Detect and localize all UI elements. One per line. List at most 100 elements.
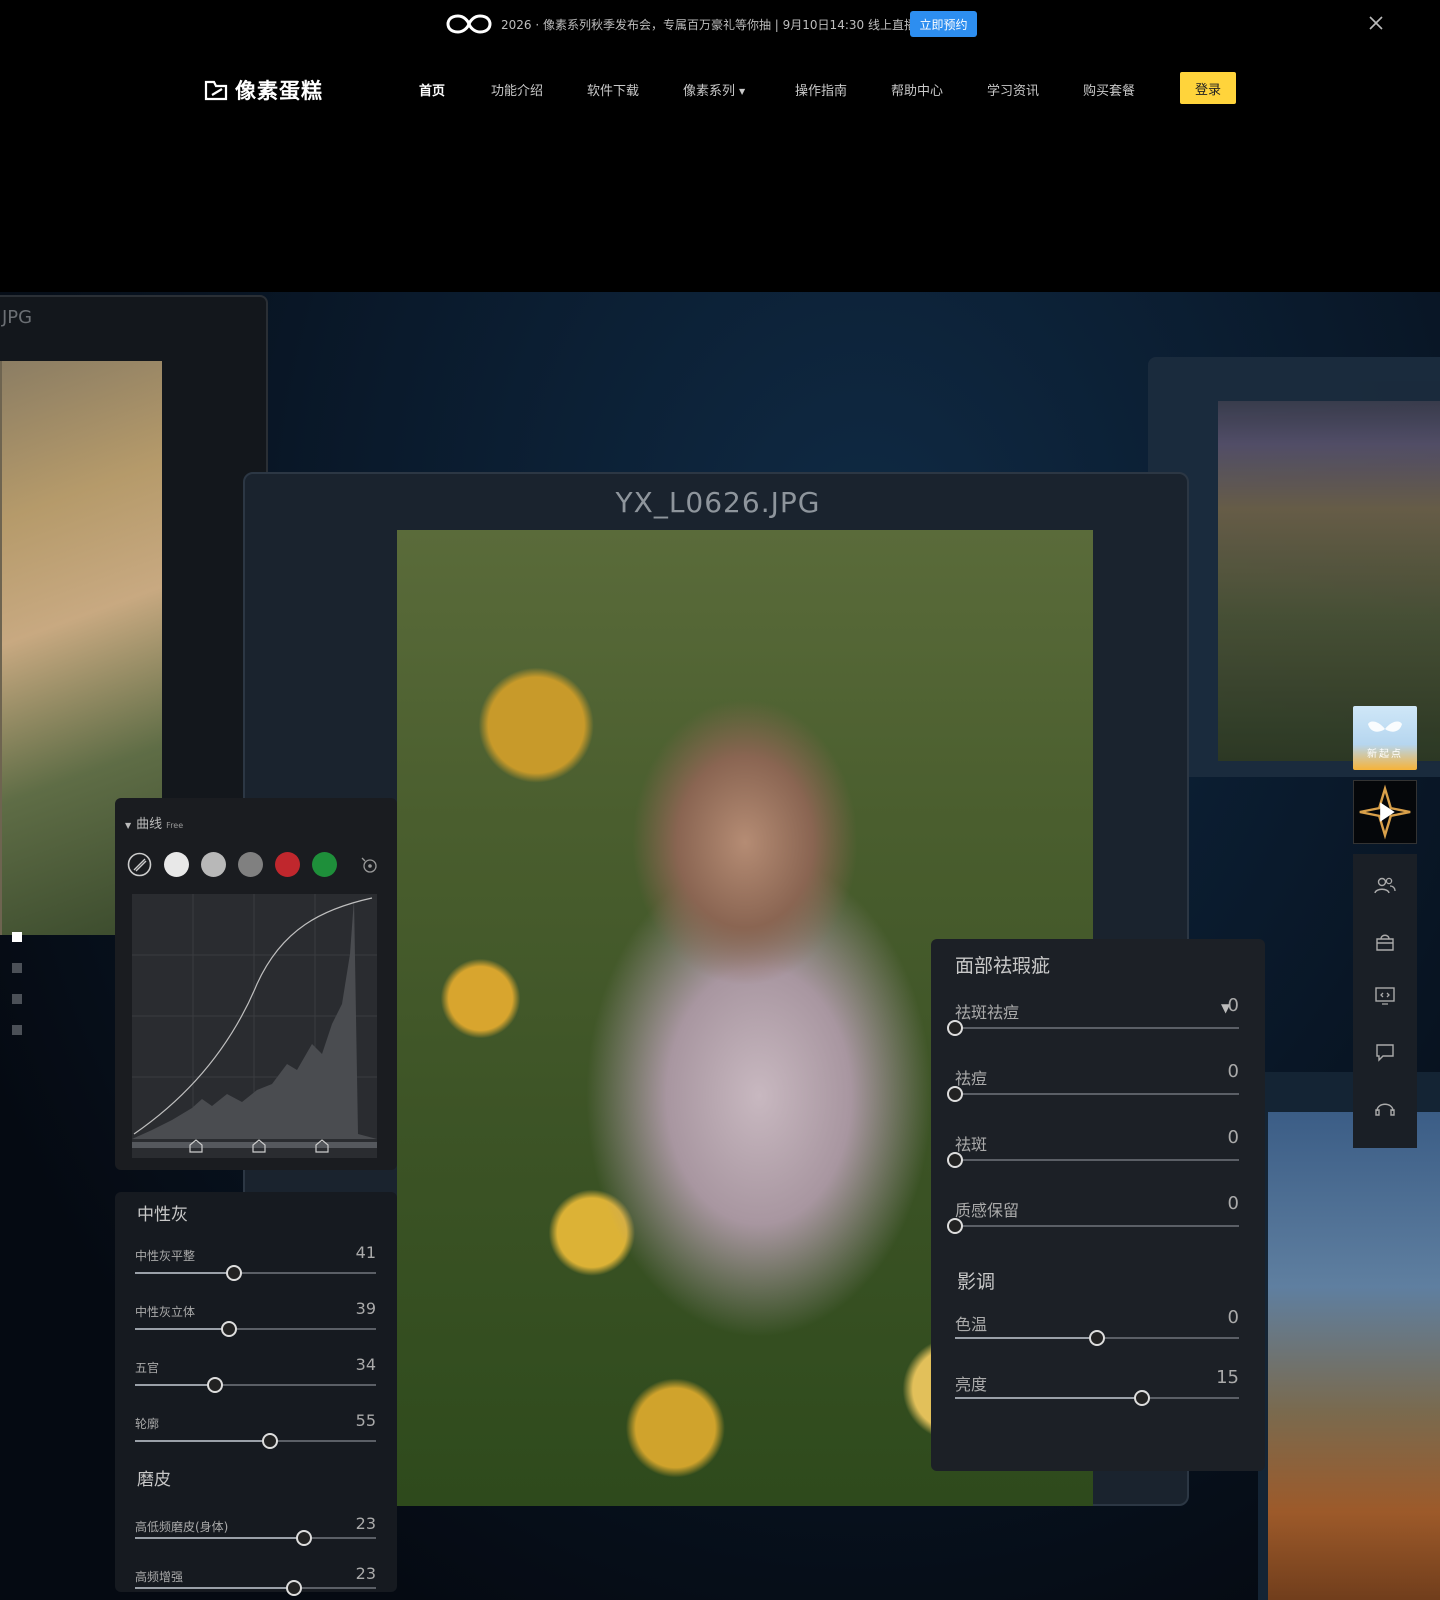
close-icon[interactable] [1366, 13, 1386, 33]
slider-track[interactable] [955, 1093, 1239, 1095]
nav-help[interactable]: 帮助中心 [891, 80, 943, 99]
slider-track[interactable] [955, 1027, 1239, 1029]
channel-gray-swatch[interactable] [201, 852, 226, 877]
feedback-icon[interactable] [1373, 1040, 1397, 1064]
slider-value: 41 [355, 1243, 376, 1262]
slider-track[interactable] [135, 1587, 376, 1589]
photo-preview [1268, 1112, 1440, 1600]
slider-track[interactable] [955, 1225, 1239, 1227]
slider-fill [135, 1328, 229, 1330]
slider-knob[interactable] [220, 1321, 237, 1337]
video-play-button[interactable] [1353, 780, 1417, 844]
announcement-text: 2026 · 像素系列秋季发布会，专属百万豪礼等你抽 | 9月10日14:30 … [501, 18, 916, 32]
slider-fill [135, 1272, 234, 1274]
slider-knob[interactable] [261, 1433, 278, 1449]
slider-knob[interactable] [947, 1218, 963, 1234]
slider-track[interactable] [135, 1272, 376, 1274]
nav-download[interactable]: 软件下载 [587, 80, 639, 99]
carousel-dot[interactable] [12, 963, 22, 973]
site-header: 像素蛋糕 首页 功能介绍 软件下载 像素系列 ▼ 操作指南 帮助中心 学习资讯 购… [0, 60, 1440, 120]
background-window-right-lower [1258, 1072, 1440, 1600]
customer-service-icon[interactable] [1373, 1096, 1397, 1120]
brand-logo[interactable]: 像素蛋糕 [203, 74, 323, 106]
carousel-dot[interactable] [12, 1025, 22, 1035]
curve-edit-icon[interactable] [127, 852, 152, 877]
slider-fill [955, 1397, 1143, 1399]
slider-label: 中性灰立体 [135, 1305, 196, 1319]
slider-value: 0 [1227, 1127, 1239, 1148]
promo-card[interactable]: 新起点 [1353, 706, 1417, 770]
dropdown-caret-icon[interactable]: ▼ [1221, 1001, 1230, 1015]
slider-value: 15 [1216, 1367, 1239, 1388]
slider-value: 55 [355, 1411, 376, 1430]
panel-header[interactable]: ▼ 曲线 Free [125, 813, 183, 832]
slider-label: 中性灰平整 [135, 1249, 196, 1263]
reserve-button[interactable]: 立即预约 [910, 11, 977, 37]
slider-track[interactable] [135, 1537, 376, 1539]
slider-track[interactable] [955, 1159, 1239, 1161]
slider-track[interactable] [135, 1328, 376, 1330]
community-icon[interactable] [1373, 874, 1397, 898]
slider-knob[interactable] [947, 1086, 963, 1102]
slider-knob[interactable] [947, 1020, 963, 1036]
slider-knob[interactable] [1089, 1330, 1105, 1346]
channel-red-swatch[interactable] [238, 852, 263, 877]
slider-value: 0 [1227, 1307, 1239, 1328]
nav-home[interactable]: 首页 [419, 80, 445, 99]
face-retouch-panel: 面部祛瑕疵 祛斑祛痘 0 祛痘 0 祛斑 0 质感保留 0 ▼ 影调 色温 0 亮度 15 [931, 939, 1265, 1471]
login-button[interactable]: 登录 [1180, 72, 1236, 104]
section-title: 中性灰 [137, 1205, 188, 1225]
slider-label: 亮度 [955, 1375, 988, 1394]
carousel-dot[interactable] [12, 994, 22, 1004]
wings-icon [1368, 721, 1402, 732]
slider-fill [135, 1440, 270, 1442]
brand-icon [204, 80, 228, 101]
slider-value: 0 [1227, 1061, 1239, 1082]
slider-fill [135, 1587, 295, 1589]
carousel-dot[interactable] [12, 932, 22, 942]
slider-knob[interactable] [947, 1152, 963, 1168]
slider-label: 高低频磨皮(身体) [135, 1520, 229, 1534]
section-title: 磨皮 [137, 1470, 171, 1490]
slider-label: 祛痘 [955, 1069, 988, 1088]
slider-fill [135, 1384, 215, 1386]
slider-label: 高频增强 [135, 1570, 184, 1584]
slider-track[interactable] [955, 1397, 1239, 1399]
hero-section: JPG YX_L0626.JPG ▼ 曲线 Free 中性灰 中性灰平整 41 … [0, 292, 1440, 1600]
slider-value: 23 [355, 1564, 376, 1583]
slider-value: 39 [355, 1299, 376, 1318]
carousel-indicator [12, 932, 22, 1056]
slider-knob[interactable] [206, 1377, 223, 1393]
nav-series[interactable]: 像素系列 ▼ [683, 80, 745, 99]
section-title: 影调 [957, 1271, 996, 1293]
slider-track[interactable] [135, 1440, 376, 1442]
slider-label: 色温 [955, 1315, 988, 1334]
video-tutorial-icon[interactable] [1373, 984, 1397, 1008]
channel-green-swatch[interactable] [275, 852, 300, 877]
nav-guide[interactable]: 操作指南 [795, 80, 847, 99]
nav-pricing[interactable]: 购买套餐 [1083, 80, 1135, 99]
nav-learning[interactable]: 学习资讯 [987, 80, 1039, 99]
slider-fill [955, 1337, 1097, 1339]
slider-label: 质感保留 [955, 1201, 1020, 1220]
nav-features[interactable]: 功能介绍 [491, 80, 543, 99]
window-title: YX_L0626.JPG [615, 486, 821, 519]
play-icon [1359, 784, 1411, 840]
slider-track[interactable] [135, 1384, 376, 1386]
slider-value: 34 [355, 1355, 376, 1374]
target-adjust-icon[interactable] [360, 856, 378, 874]
slider-knob[interactable] [1134, 1390, 1151, 1406]
slider-label: 祛斑 [955, 1135, 988, 1154]
slider-knob[interactable] [225, 1265, 242, 1281]
collapse-arrow-icon: ▼ [125, 821, 132, 830]
slider-knob[interactable] [295, 1530, 312, 1546]
curve-graph[interactable] [132, 894, 377, 1158]
curves-panel: ▼ 曲线 Free [115, 798, 397, 1170]
section-title: 面部祛瑕疵 [955, 955, 1051, 977]
channel-blue-swatch[interactable] [312, 852, 337, 877]
slider-knob[interactable] [286, 1580, 303, 1596]
shop-icon[interactable] [1373, 930, 1397, 954]
brand-name: 像素蛋糕 [235, 79, 323, 103]
slider-fill [135, 1537, 304, 1539]
channel-luma-swatch[interactable] [164, 852, 189, 877]
